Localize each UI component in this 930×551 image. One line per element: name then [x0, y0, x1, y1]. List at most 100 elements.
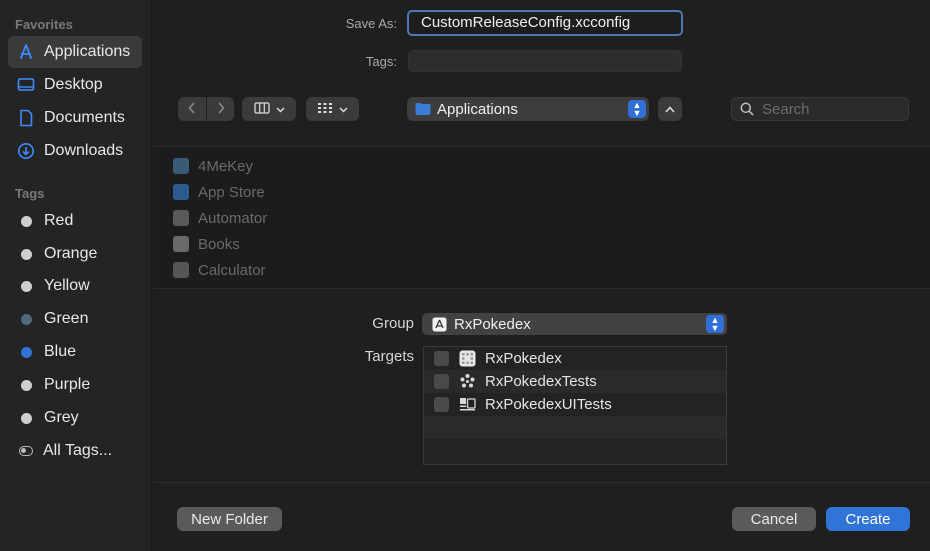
tag-dot-icon [21, 215, 32, 227]
grid-icon [317, 102, 333, 117]
sidebar-tag-green[interactable]: Green [8, 303, 142, 335]
columns-view-icon [253, 101, 270, 117]
sidebar-item-label: Red [44, 212, 74, 229]
file-browser: 4MeKey App Store Automator Books Calcula… [153, 146, 930, 289]
tags-label: Tags: [365, 54, 397, 69]
group-popup[interactable]: RxPokedex ▲ ▼ [422, 313, 727, 335]
create-button[interactable]: Create [826, 507, 910, 531]
group-by-button[interactable] [306, 97, 359, 121]
list-item[interactable]: Automator [173, 207, 267, 229]
app-name: 4MeKey [198, 157, 254, 175]
sidebar: Favorites Applications Desktop Documents… [0, 0, 152, 551]
tag-dot-icon [21, 379, 32, 391]
targets-label: Targets [364, 348, 414, 365]
all-tags-icon [19, 446, 33, 456]
books-icon [173, 236, 189, 252]
back-button[interactable] [178, 97, 206, 121]
chevron-down-icon [275, 102, 285, 116]
app-store-icon [173, 184, 189, 200]
popup-arrows-icon: ▲ ▼ [706, 315, 724, 333]
tags-header: Tags [15, 186, 45, 201]
target-checkbox[interactable] [434, 374, 449, 389]
forward-button[interactable] [207, 97, 234, 121]
save-as-label: Save As: [345, 16, 397, 31]
tag-dot-icon [21, 248, 32, 260]
group-value: RxPokedex [454, 315, 531, 333]
tag-dot-icon [21, 313, 32, 325]
target-checkbox[interactable] [434, 397, 449, 412]
search-field[interactable]: Search [731, 97, 909, 121]
target-label: RxPokedexTests [485, 373, 597, 390]
unit-test-icon [458, 373, 476, 391]
cancel-button[interactable]: Cancel [732, 507, 816, 531]
search-placeholder: Search [762, 100, 810, 118]
location-popup[interactable]: Applications ▲ ▼ [407, 97, 649, 121]
sidebar-tag-purple[interactable]: Purple [8, 369, 142, 401]
sidebar-item-label: Green [44, 310, 89, 327]
sidebar-item-label: Downloads [44, 142, 124, 159]
list-item[interactable]: App Store [173, 181, 265, 203]
sidebar-item-label: All Tags... [43, 442, 113, 459]
app-name: Calculator [198, 261, 266, 279]
app-icon [173, 158, 189, 174]
sidebar-item-label: Yellow [44, 277, 90, 294]
list-item[interactable]: Books [173, 233, 240, 255]
target-row[interactable]: RxPokedex [424, 347, 726, 370]
sidebar-item-documents[interactable]: Documents [8, 102, 142, 134]
sidebar-item-label: Applications [44, 43, 131, 60]
sidebar-tag-orange[interactable]: Orange [8, 238, 142, 270]
sidebar-item-desktop[interactable]: Desktop [8, 69, 142, 101]
tags-field[interactable] [408, 50, 682, 72]
document-icon [16, 108, 36, 128]
save-as-field[interactable]: CustomReleaseConfig.xcconfig [407, 10, 683, 36]
sidebar-tag-blue[interactable]: Blue [8, 336, 142, 368]
app-name: Books [198, 235, 240, 253]
folder-icon [415, 102, 431, 116]
view-mode-button[interactable] [242, 97, 296, 121]
app-target-icon [458, 350, 476, 368]
chevron-up-icon [665, 102, 675, 116]
automator-icon [173, 210, 189, 226]
location-label: Applications [437, 100, 518, 118]
project-icon [432, 317, 447, 332]
sidebar-item-label: Blue [44, 343, 77, 360]
favorites-header: Favorites [15, 17, 73, 32]
main-panel: Save As: CustomReleaseConfig.xcconfig Ta… [153, 0, 930, 551]
desktop-icon [16, 75, 36, 95]
empty-row [424, 416, 726, 439]
tag-dot-icon [21, 412, 32, 424]
sidebar-tag-red[interactable]: Red [8, 205, 142, 237]
sidebar-item-downloads[interactable]: Downloads [8, 135, 142, 167]
target-row[interactable]: RxPokedexUITests [424, 393, 726, 416]
chevron-right-icon [217, 101, 225, 117]
ui-test-icon [458, 396, 476, 414]
sidebar-all-tags[interactable]: All Tags... [8, 435, 142, 467]
footer-divider [153, 482, 930, 483]
targets-list: RxPokedex RxPokedexTests RxPokedexUITest… [423, 346, 727, 465]
sidebar-tag-yellow[interactable]: Yellow [8, 270, 142, 302]
calculator-icon [173, 262, 189, 278]
tag-dot-icon [21, 280, 32, 292]
sidebar-item-label: Documents [44, 109, 125, 126]
sidebar-item-label: Grey [44, 409, 79, 426]
sidebar-item-label: Purple [44, 376, 91, 393]
target-label: RxPokedexUITests [485, 396, 612, 413]
group-label: Group [372, 315, 414, 332]
chevron-left-icon [188, 101, 196, 117]
sidebar-item-label: Desktop [44, 76, 103, 93]
sidebar-tag-grey[interactable]: Grey [8, 402, 142, 434]
list-item[interactable]: 4MeKey [173, 155, 253, 177]
list-item[interactable]: Calculator [173, 259, 266, 281]
sidebar-item-applications[interactable]: Applications [8, 36, 142, 68]
sidebar-item-label: Orange [44, 245, 98, 262]
app-name: App Store [198, 183, 265, 201]
collapse-button[interactable] [658, 97, 682, 121]
chevron-down-icon [339, 102, 348, 116]
search-icon [740, 102, 754, 116]
target-checkbox[interactable] [434, 351, 449, 366]
app-name: Automator [198, 209, 268, 227]
applications-icon [16, 42, 36, 62]
target-row[interactable]: RxPokedexTests [424, 370, 726, 393]
new-folder-button[interactable]: New Folder [177, 507, 282, 531]
tag-dot-icon [21, 346, 32, 358]
